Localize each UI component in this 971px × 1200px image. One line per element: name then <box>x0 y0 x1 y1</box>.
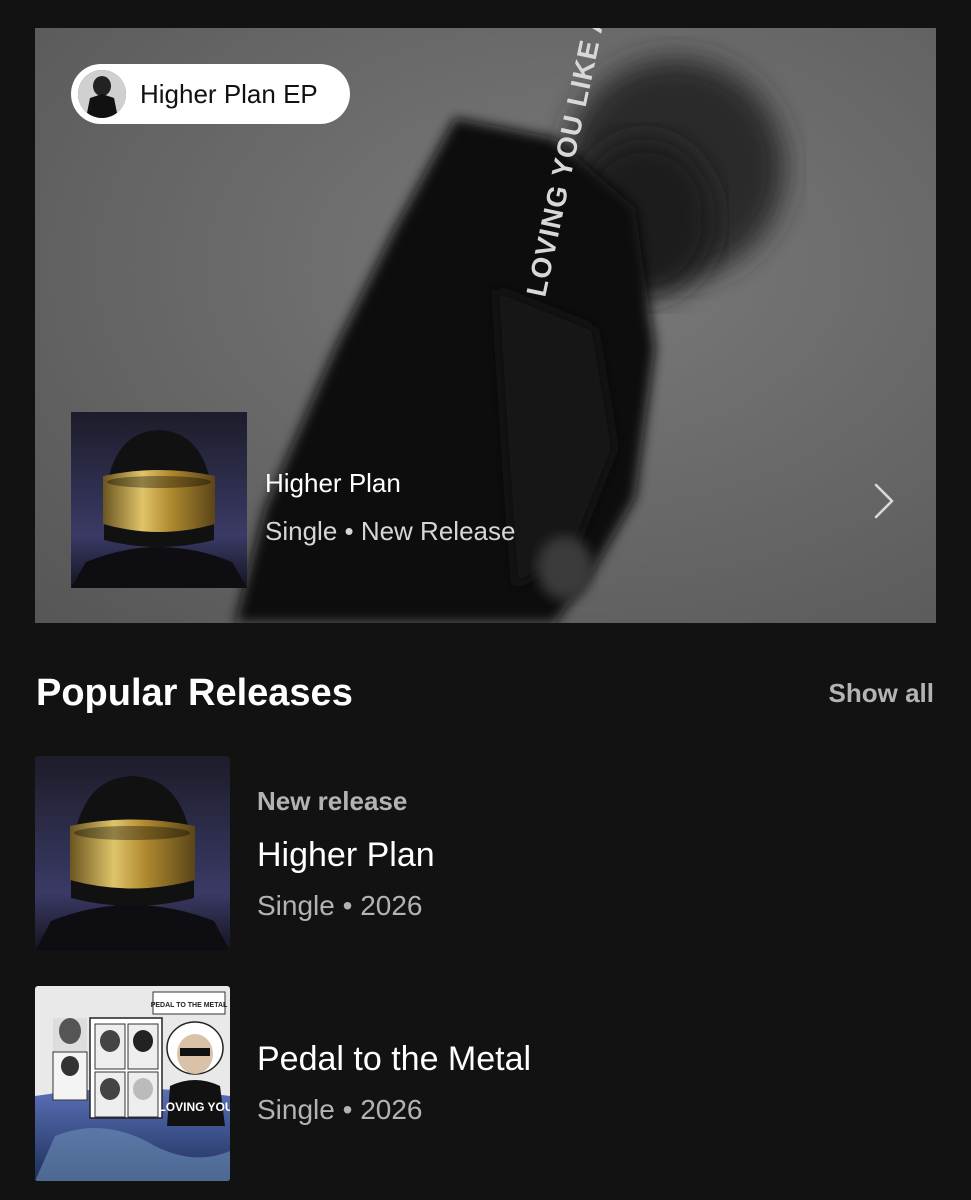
release-meta: Single • 2026 <box>257 890 423 921</box>
artist-pill[interactable]: Higher Plan EP <box>71 64 350 124</box>
hero-subtitle: Single • New Release <box>265 516 516 546</box>
cover-title-text: PEDAL TO THE METAL <box>151 1002 228 1009</box>
hero-title: Higher Plan <box>265 468 401 498</box>
featured-banner[interactable]: LOVING YOU LIKE A SONG Higher Plan EP Hi… <box>35 28 936 623</box>
show-all-link[interactable]: Show all <box>829 678 934 709</box>
hero-album-cover <box>71 412 247 588</box>
release-title: Higher Plan <box>257 836 435 874</box>
release-eyebrow: New release <box>257 786 408 816</box>
artist-avatar <box>78 70 126 118</box>
release-title: Pedal to the Metal <box>257 1040 532 1078</box>
release-cover: PEDAL TO THE METAL LOVING YOU <box>35 986 230 1181</box>
section-title: Popular Releases <box>36 672 353 714</box>
pill-label: Higher Plan EP <box>140 78 318 109</box>
release-item-higher-plan[interactable]: New release Higher Plan Single • 2026 <box>35 756 935 951</box>
release-cover <box>35 756 230 951</box>
chevron-right-icon[interactable] <box>873 482 895 520</box>
release-meta: Single • 2026 <box>257 1094 423 1125</box>
release-item-pedal-to-the-metal[interactable]: PEDAL TO THE METAL LOVING YOU Pedal to t… <box>35 986 935 1181</box>
cover-hoodie-text: LOVING YOU <box>158 1100 230 1114</box>
